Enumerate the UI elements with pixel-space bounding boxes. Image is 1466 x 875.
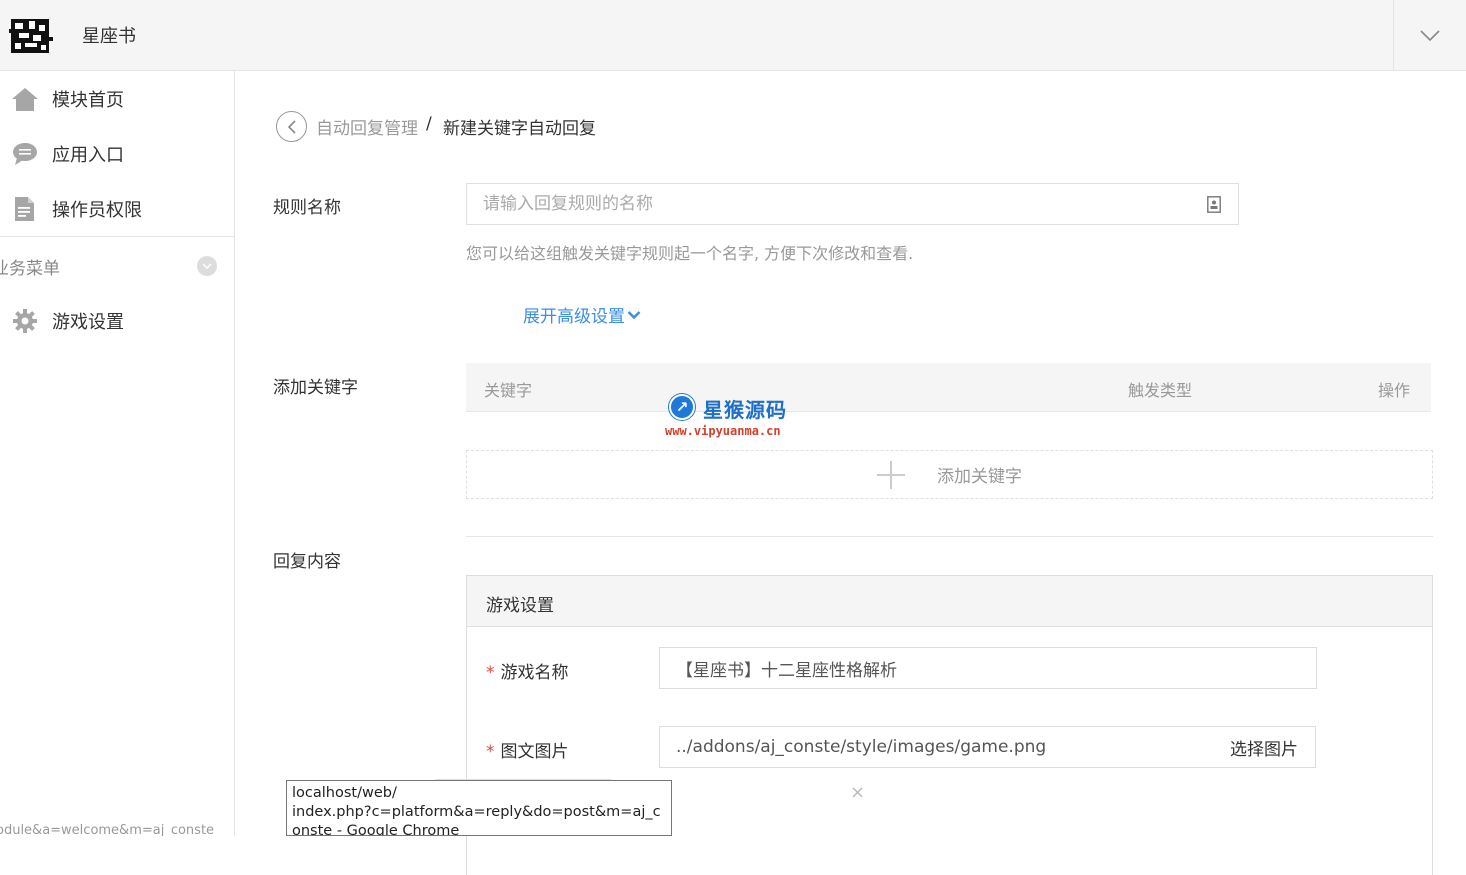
rule-name-input[interactable] [467,184,1238,224]
rule-name-label: 规则名称 [273,198,341,218]
reply-content-label: 回复内容 [273,552,341,572]
expand-advanced-settings-link[interactable]: 展开高级设置 [523,302,641,327]
keyword-table-header: 关键字 触发类型 操作 [466,363,1431,412]
sidebar-item-label: 模块首页 [52,89,124,111]
sidebar-item-label: 游戏设置 [52,311,124,333]
app-title: 星座书 [82,26,136,47]
sidebar-item-app-entry[interactable]: 应用入口 [0,126,234,181]
breadcrumb-current: 新建关键字自动回复 [443,119,596,139]
column-header-keyword: 关键字 [484,381,533,400]
breadcrumb-parent-link[interactable]: 自动回复管理 [316,114,418,139]
game-name-label: * 游戏名称 [486,658,569,683]
chevron-down-icon [627,310,641,319]
watermark: ↗ 星猴源码 www.vipyuanma.cn [665,392,805,442]
browser-tooltip: localhost/web/ index.php?c=platform&a=re… [286,780,672,836]
watermark-title: 星猴源码 [703,398,787,422]
advanced-link-label: 展开高级设置 [523,307,625,327]
chat-icon [11,140,39,168]
breadcrumb-separator: / [426,114,432,134]
app-logo[interactable] [9,15,53,57]
sidebar-item-module-home[interactable]: 模块首页 [0,71,234,126]
tooltip-line: index.php?c=platform&a=reply&do=post&m=a… [292,804,661,820]
sidebar-group-toggle[interactable] [197,256,217,276]
sidebar-item-label: 操作员权限 [52,199,142,221]
sidebar-divider [0,236,234,237]
gear-icon [11,307,39,335]
rule-name-field [466,183,1239,225]
document-icon [11,195,39,223]
contact-card-icon[interactable] [1207,196,1221,213]
watermark-logo-icon: ↗ [669,394,695,420]
keywords-label: 添加关键字 [273,378,358,398]
back-button[interactable] [276,111,307,142]
column-header-trigger-type: 触发类型 [1128,381,1193,400]
image-label: * 图文图片 [486,737,569,762]
image-path-field [659,726,1214,768]
tooltip-line: onste - Google Chrome [292,823,460,836]
top-header: 星座书 [0,0,1466,71]
add-keyword-button[interactable]: 添加关键字 [466,450,1433,499]
plus-icon [877,460,905,489]
chevron-down-icon [202,263,212,269]
rule-name-help: 您可以给这组触发关键字规则起一个名字, 方便下次修改和查看. [466,244,914,263]
column-header-actions: 操作 [1378,381,1411,400]
game-name-input[interactable] [676,658,1316,678]
home-icon [11,85,39,113]
required-mark: * [486,663,495,683]
watermark-url: www.vipyuanma.cn [665,424,781,438]
sidebar-group-title: 业务菜单 [0,259,60,279]
sidebar-item-label: 应用入口 [52,144,124,166]
remove-image-button[interactable]: × [850,782,865,803]
header-dropdown-toggle[interactable] [1394,0,1466,71]
sidebar: 模块首页 应用入口 操作员权限 业务菜单 [0,71,235,836]
chevron-left-icon [287,119,296,134]
tooltip-line: localhost/web/ [292,785,397,801]
panel-title: 游戏设置 [467,576,1432,627]
image-label-text: 图文图片 [500,742,569,762]
required-mark: * [486,742,495,762]
game-name-field [659,647,1317,689]
chevron-down-icon [1420,29,1440,41]
sidebar-item-operator-permissions[interactable]: 操作员权限 [0,181,234,236]
select-image-button[interactable]: 选择图片 [1213,726,1316,768]
sidebar-item-game-settings[interactable]: 游戏设置 [0,293,234,348]
section-divider [466,536,1433,537]
main-content: 自动回复管理 / 新建关键字自动回复 规则名称 您可以给这组触发关键字规则起一个… [236,71,1466,875]
game-name-label-text: 游戏名称 [500,663,569,683]
status-bar-url: odule&a=welcome&m=aj_conste [0,823,215,836]
add-keyword-label: 添加关键字 [937,467,1022,487]
image-path-input[interactable] [676,737,1213,757]
